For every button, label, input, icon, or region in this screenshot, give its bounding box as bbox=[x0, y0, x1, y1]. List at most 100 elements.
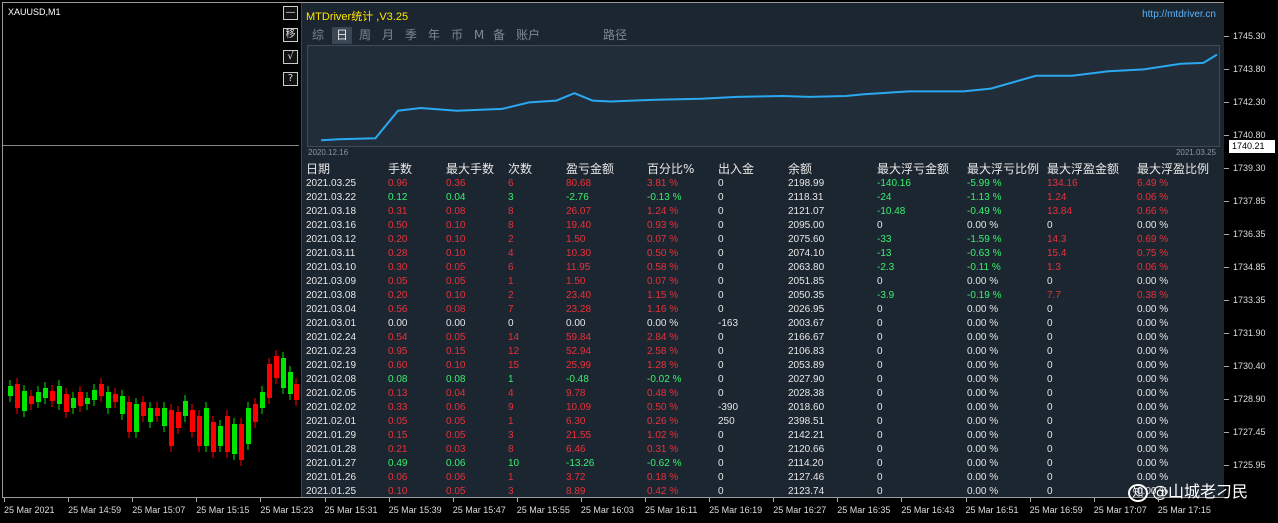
table-cell: 0.95 bbox=[388, 346, 408, 357]
time-tick-label: 25 Mar 15:47 bbox=[452, 505, 506, 515]
table-cell: -24 bbox=[877, 192, 892, 203]
table-row[interactable]: 2021.03.25 0.96 0.36 6 80.68 3.81 % 0 2198.99 -1… bbox=[306, 177, 1220, 191]
table-cell: 0.00 % bbox=[1137, 346, 1169, 357]
table-row[interactable]: 2021.03.16 0.50 0.10 8 19.40 0.93 % 0 2095.00 0 0… bbox=[306, 219, 1220, 233]
help-button[interactable]: ? bbox=[283, 72, 298, 86]
table-row[interactable]: 2021.01.29 0.15 0.05 3 21.55 1.02 % 0 2142.21 0 0… bbox=[306, 429, 1220, 443]
table-cell: 0.20 bbox=[388, 234, 408, 245]
price-tick-label: 1733.35 bbox=[1233, 295, 1266, 305]
table-cell: 0 bbox=[877, 444, 883, 455]
candle-body bbox=[253, 404, 258, 422]
table-row[interactable]: 2021.03.04 0.56 0.08 7 23.28 1.16 % 0 2026.95 0 0… bbox=[306, 303, 1220, 317]
table-cell: -0.48 bbox=[566, 374, 589, 385]
table-cell: 0.00 % bbox=[967, 374, 999, 385]
column-header: 次数 bbox=[508, 162, 533, 176]
candle-body bbox=[183, 401, 188, 416]
table-cell: 0 bbox=[718, 346, 724, 357]
table-cell: 0.05 bbox=[446, 276, 466, 287]
table-row[interactable]: 2021.02.02 0.33 0.06 9 10.09 0.50 % -390 2018.6… bbox=[306, 401, 1220, 415]
table-cell: 0.60 bbox=[388, 360, 408, 371]
tab-3[interactable]: 月 bbox=[378, 27, 398, 44]
table-cell: 0 bbox=[718, 234, 724, 245]
table-cell: 13.84 bbox=[1047, 206, 1073, 217]
table-row[interactable]: 2021.03.01 0.00 0.00 0 0.00 0.00 % -163 2003.67… bbox=[306, 317, 1220, 331]
table-row[interactable]: 2021.02.05 0.13 0.04 4 9.78 0.48 % 0 2028.38 0 0.… bbox=[306, 387, 1220, 401]
table-cell: 1 bbox=[508, 416, 514, 427]
table-cell: 0.00 % bbox=[1137, 360, 1169, 371]
tab-4[interactable]: 季 bbox=[401, 27, 421, 44]
price-tick-label: 1728.90 bbox=[1233, 394, 1266, 404]
candle-body bbox=[225, 416, 230, 452]
tab-9[interactable]: 账户 bbox=[511, 27, 545, 44]
tab-6[interactable]: 币 bbox=[447, 27, 467, 44]
table-row[interactable]: 2021.01.26 0.06 0.06 1 3.72 0.18 % 0 2127.46 0 0.… bbox=[306, 471, 1220, 485]
table-cell: 14.3 bbox=[1047, 234, 1067, 245]
table-cell: 4 bbox=[508, 388, 514, 399]
time-tick bbox=[837, 498, 839, 502]
price-scale[interactable] bbox=[1224, 0, 1278, 500]
table-row[interactable]: 2021.02.01 0.05 0.05 1 6.30 0.26 % 250 2398.51 0… bbox=[306, 415, 1220, 429]
table-cell: 0.05 bbox=[446, 332, 466, 343]
candle-body bbox=[148, 408, 153, 422]
website-link[interactable]: http://mtdriver.cn bbox=[1142, 9, 1216, 20]
table-row[interactable]: 2021.03.10 0.30 0.05 6 11.95 0.58 % 0 2063.80 -2… bbox=[306, 261, 1220, 275]
table-row[interactable]: 2021.03.11 0.28 0.10 4 10.30 0.50 % 0 2074.10 -1… bbox=[306, 247, 1220, 261]
table-row[interactable]: 2021.01.28 0.21 0.03 8 6.46 0.31 % 0 2120.66 0 0.… bbox=[306, 443, 1220, 457]
table-cell: 0.58 % bbox=[647, 262, 679, 273]
table-cell: 0.00 % bbox=[1137, 444, 1169, 455]
table-cell: 3.72 bbox=[566, 472, 586, 483]
table-cell: 0 bbox=[718, 374, 724, 385]
candle-body bbox=[190, 410, 195, 432]
table-row[interactable]: 2021.03.18 0.31 0.08 8 26.07 1.24 % 0 2121.07 -1… bbox=[306, 205, 1220, 219]
tab-7[interactable]: M bbox=[472, 27, 486, 44]
table-cell: 0 bbox=[1047, 458, 1053, 469]
table-cell: -0.63 % bbox=[967, 248, 1002, 259]
move-button[interactable]: 移 bbox=[283, 28, 298, 42]
price-tick bbox=[1224, 201, 1229, 202]
table-cell: 2.58 % bbox=[647, 346, 679, 357]
time-tick bbox=[452, 498, 454, 502]
table-row[interactable]: 2021.03.22 0.12 0.04 3 -2.76 -0.13 % 0 2118.31 -… bbox=[306, 191, 1220, 205]
table-row[interactable]: 2021.01.27 0.49 0.06 10 -13.26 -0.62 % 0 2114.2… bbox=[306, 457, 1220, 471]
column-header: 最大浮盈金额 bbox=[1047, 162, 1120, 176]
table-row[interactable]: 2021.02.19 0.60 0.10 15 25.99 1.28 % 0 2053.89 0… bbox=[306, 359, 1220, 373]
table-cell: 0 bbox=[877, 374, 883, 385]
table-cell: 59.84 bbox=[566, 332, 592, 343]
table-row[interactable]: 2021.01.25 0.10 0.05 3 8.89 0.42 % 0 2123.74 0 0.… bbox=[306, 485, 1220, 499]
tab-5[interactable]: 年 bbox=[424, 27, 444, 44]
table-row[interactable]: 2021.02.24 0.54 0.05 14 59.84 2.84 % 0 2166.67 0… bbox=[306, 331, 1220, 345]
time-tick-label: 25 Mar 17:07 bbox=[1093, 505, 1147, 515]
table-row[interactable]: 2021.03.08 0.20 0.10 2 23.40 1.15 % 0 2050.35 -3… bbox=[306, 289, 1220, 303]
tab-1[interactable]: 日 bbox=[332, 27, 352, 44]
table-row[interactable]: 2021.03.09 0.05 0.05 1 1.50 0.07 % 0 2051.85 0 0.… bbox=[306, 275, 1220, 289]
tab-10[interactable]: 路径 bbox=[598, 27, 632, 44]
table-cell: 0 bbox=[1047, 276, 1053, 287]
price-tick bbox=[1224, 432, 1229, 433]
column-header: 余额 bbox=[788, 162, 813, 176]
tab-0[interactable]: 综 bbox=[308, 27, 328, 44]
table-cell: 8 bbox=[508, 444, 514, 455]
time-tick-label: 25 Mar 16:11 bbox=[645, 505, 698, 515]
table-cell: 0 bbox=[718, 430, 724, 441]
tab-2[interactable]: 周 bbox=[355, 27, 375, 44]
candle-body bbox=[246, 408, 251, 444]
tab-8[interactable]: 备 bbox=[490, 27, 508, 44]
table-row[interactable]: 2021.02.23 0.95 0.15 12 52.94 2.58 % 0 2106.83 0… bbox=[306, 345, 1220, 359]
minimize-button[interactable]: — bbox=[283, 6, 298, 20]
price-tick-label: 1731.90 bbox=[1233, 328, 1266, 338]
table-row[interactable]: 2021.03.12 0.20 0.10 2 1.50 0.07 % 0 2075.60 -33… bbox=[306, 233, 1220, 247]
table-cell: 0.96 bbox=[388, 178, 408, 189]
check-button[interactable]: √ bbox=[283, 50, 298, 64]
table-cell: 0.00 % bbox=[1137, 318, 1169, 329]
table-row[interactable]: 2021.02.08 0.08 0.08 1 -0.48 -0.02 % 0 2027.90 0… bbox=[306, 373, 1220, 387]
table-cell: 0.04 bbox=[446, 388, 466, 399]
table-cell: 0 bbox=[877, 332, 883, 343]
table-cell: 80.68 bbox=[566, 178, 592, 189]
table-cell: 0.06 bbox=[388, 472, 408, 483]
time-tick-label: 25 Mar 15:55 bbox=[516, 505, 570, 515]
table-cell: 2021.01.25 bbox=[306, 486, 357, 497]
table-cell: 3 bbox=[508, 192, 514, 203]
table-cell: 2021.02.02 bbox=[306, 402, 357, 413]
table-cell: -3.9 bbox=[877, 290, 895, 301]
table-cell: 0.00 % bbox=[967, 332, 999, 343]
